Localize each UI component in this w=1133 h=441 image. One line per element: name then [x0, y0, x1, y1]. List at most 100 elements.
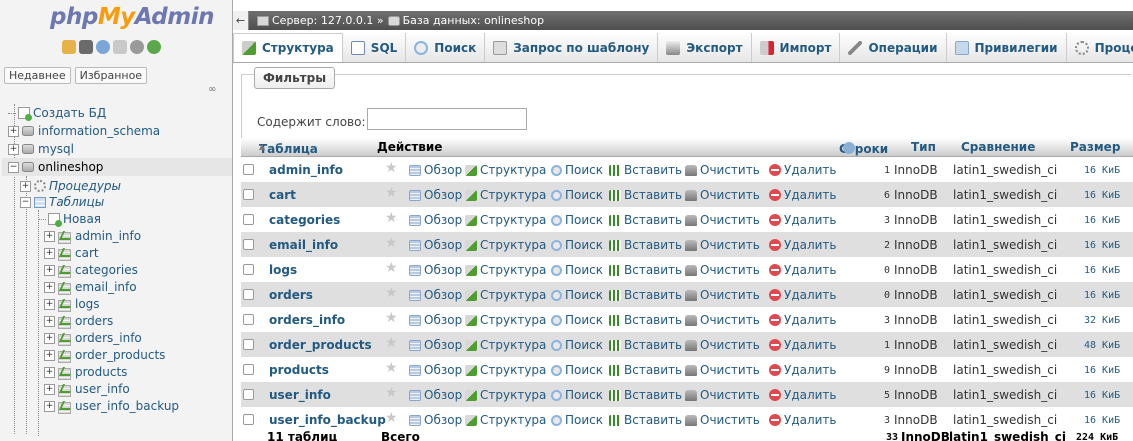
tree-table-item[interactable]: + orders_info — [44, 329, 142, 347]
action-empty[interactable]: Очистить — [685, 313, 760, 327]
action-drop[interactable]: Удалить — [769, 188, 837, 202]
action-structure[interactable]: Структура — [465, 313, 546, 327]
favorite-star-icon[interactable]: ★ — [385, 210, 398, 226]
action-empty[interactable]: Очистить — [685, 213, 760, 227]
favorite-star-icon[interactable]: ★ — [385, 410, 398, 426]
expand-icon[interactable]: + — [44, 298, 55, 310]
col-size[interactable]: Размер — [1070, 140, 1120, 154]
favorite-star-icon[interactable]: ★ — [385, 235, 398, 251]
action-structure[interactable]: Структура — [465, 213, 546, 227]
tab-privileges[interactable]: Привилегии — [947, 33, 1067, 62]
row-size[interactable]: 16 КиБ — [1084, 390, 1120, 401]
table-name-link[interactable]: email_info — [269, 238, 338, 252]
tab-procedures[interactable]: Проце — [1067, 33, 1133, 62]
action-empty[interactable]: Очистить — [685, 163, 760, 177]
action-structure[interactable]: Структура — [465, 288, 546, 302]
expand-icon[interactable]: + — [44, 400, 55, 412]
expand-icon[interactable]: + — [8, 125, 19, 137]
action-drop[interactable]: Удалить — [769, 288, 837, 302]
action-insert[interactable]: Вставить — [609, 188, 682, 202]
action-search[interactable]: Поиск — [551, 188, 603, 202]
action-insert[interactable]: Вставить — [609, 313, 682, 327]
tab-query[interactable]: Запрос по шаблону — [485, 33, 659, 62]
favorite-star-icon[interactable]: ★ — [385, 260, 398, 276]
row-checkbox[interactable] — [243, 239, 254, 250]
breadcrumb-server[interactable]: Сервер: 127.0.0.1 » — [272, 14, 384, 27]
table-name-link[interactable]: user_info — [269, 388, 331, 402]
action-empty[interactable]: Очистить — [685, 288, 760, 302]
action-structure[interactable]: Структура — [465, 163, 546, 177]
reload-icon[interactable] — [147, 40, 161, 54]
action-search[interactable]: Поиск — [551, 213, 603, 227]
tree-tables-group[interactable]: − Таблицы — [20, 193, 104, 211]
tree-table-item[interactable]: + orders — [44, 312, 113, 330]
row-size[interactable]: 16 КиБ — [1084, 165, 1120, 176]
row-checkbox[interactable] — [243, 264, 254, 275]
action-insert[interactable]: Вставить — [609, 363, 682, 377]
action-insert[interactable]: Вставить — [609, 388, 682, 402]
table-name-link[interactable]: orders_info — [269, 313, 345, 327]
col-type[interactable]: Тип — [911, 140, 936, 154]
action-insert[interactable]: Вставить — [609, 413, 682, 427]
filter-input[interactable] — [367, 108, 527, 130]
action-drop[interactable]: Удалить — [769, 213, 837, 227]
row-size[interactable]: 16 КиБ — [1084, 365, 1120, 376]
action-empty[interactable]: Очистить — [685, 338, 760, 352]
action-search[interactable]: Поиск — [551, 288, 603, 302]
action-drop[interactable]: Удалить — [769, 338, 837, 352]
action-browse[interactable]: Обзор — [409, 388, 462, 402]
table-name-link[interactable]: logs — [269, 263, 297, 277]
action-search[interactable]: Поиск — [551, 363, 603, 377]
action-browse[interactable]: Обзор — [409, 288, 462, 302]
action-search[interactable]: Поиск — [551, 413, 603, 427]
action-drop[interactable]: Удалить — [769, 413, 837, 427]
row-size[interactable]: 16 КиБ — [1084, 240, 1120, 251]
collapse-icon[interactable]: − — [20, 196, 31, 208]
expand-icon[interactable]: + — [8, 143, 19, 155]
expand-icon[interactable]: + — [20, 180, 31, 192]
help-icon[interactable] — [96, 40, 110, 54]
info-icon[interactable] — [843, 142, 855, 154]
expand-icon[interactable]: + — [44, 332, 55, 344]
action-structure[interactable]: Структура — [465, 263, 546, 277]
tree-db-onlineshop[interactable]: − onlineshop — [2, 158, 232, 176]
action-empty[interactable]: Очистить — [685, 388, 760, 402]
row-checkbox[interactable] — [243, 414, 254, 425]
tree-table-item[interactable]: + email_info — [44, 278, 137, 296]
tab-recent[interactable]: Недавнее — [4, 67, 71, 84]
collapse-icon[interactable]: − — [8, 161, 19, 173]
expand-icon[interactable]: + — [44, 383, 55, 395]
tree-db-information-schema[interactable]: + information_schema — [8, 122, 160, 140]
row-checkbox[interactable] — [243, 189, 254, 200]
row-size[interactable]: 16 КиБ — [1084, 190, 1120, 201]
settings-gear-icon[interactable] — [130, 40, 144, 54]
action-search[interactable]: Поиск — [551, 238, 603, 252]
table-name-link[interactable]: products — [269, 363, 329, 377]
expand-icon[interactable]: + — [44, 366, 55, 378]
tab-import[interactable]: Импорт — [752, 33, 841, 62]
action-browse[interactable]: Обзор — [409, 263, 462, 277]
table-name-link[interactable]: order_products — [269, 338, 372, 352]
action-structure[interactable]: Структура — [465, 388, 546, 402]
action-drop[interactable]: Удалить — [769, 363, 837, 377]
action-drop[interactable]: Удалить — [769, 263, 837, 277]
tree-table-item[interactable]: + cart — [44, 244, 99, 262]
action-browse[interactable]: Обзор — [409, 313, 462, 327]
row-size[interactable]: 16 КиБ — [1084, 290, 1120, 301]
tree-table-item[interactable]: + products — [44, 363, 127, 381]
action-insert[interactable]: Вставить — [609, 163, 682, 177]
expand-icon[interactable]: + — [44, 230, 55, 242]
action-insert[interactable]: Вставить — [609, 338, 682, 352]
favorite-star-icon[interactable]: ★ — [385, 160, 398, 176]
action-search[interactable]: Поиск — [551, 338, 603, 352]
action-search[interactable]: Поиск — [551, 313, 603, 327]
action-insert[interactable]: Вставить — [609, 263, 682, 277]
docs-icon[interactable] — [113, 40, 127, 54]
tab-sql[interactable]: SQL — [343, 33, 407, 62]
action-browse[interactable]: Обзор — [409, 213, 462, 227]
table-name-link[interactable]: admin_info — [269, 163, 343, 177]
row-size[interactable]: 16 КиБ — [1084, 415, 1120, 426]
action-drop[interactable]: Удалить — [769, 313, 837, 327]
tab-search[interactable]: Поиск — [406, 33, 486, 62]
table-name-link[interactable]: user_info_backup — [269, 413, 386, 427]
